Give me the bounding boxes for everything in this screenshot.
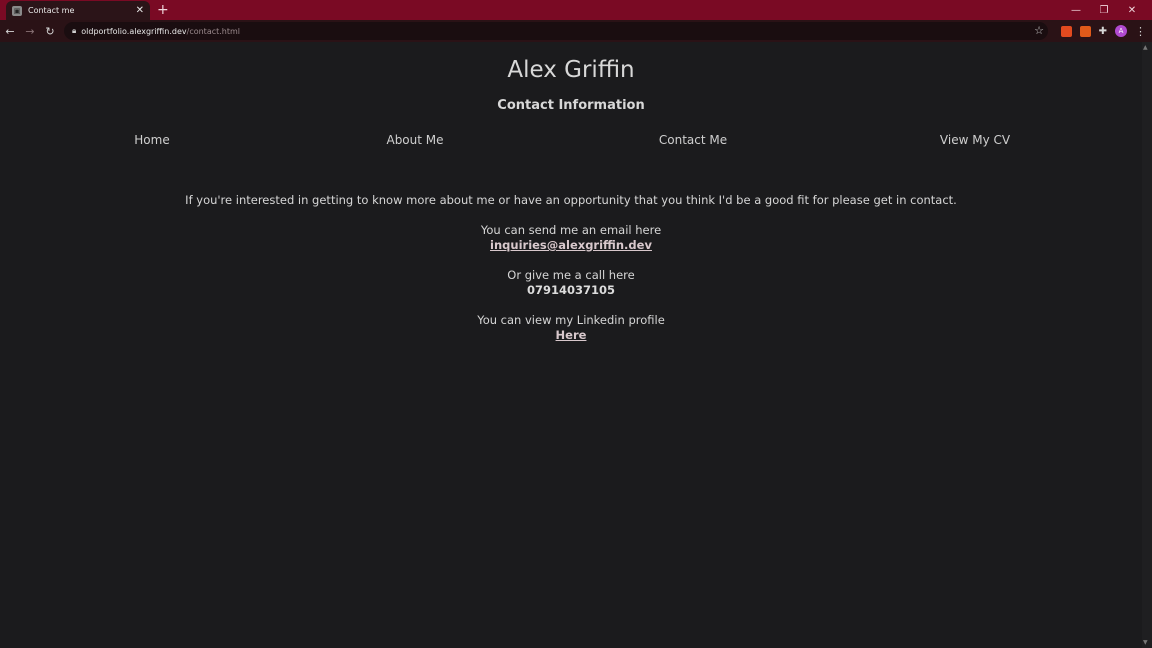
linkedin-link[interactable]: Here bbox=[556, 328, 587, 342]
contact-content: If you're interested in getting to know … bbox=[0, 193, 1142, 358]
nav-link-home[interactable]: Home bbox=[134, 133, 169, 147]
forward-icon[interactable]: → bbox=[20, 25, 40, 38]
site-title: Alex Griffin bbox=[507, 57, 635, 83]
page-viewport: Alex Griffin Contact Information Home Ab… bbox=[0, 42, 1142, 648]
menu-kebab-icon[interactable]: ⋮ bbox=[1135, 25, 1146, 38]
address-bar[interactable]: 🔒︎ oldportfolio.alexgriffin.dev/contact.… bbox=[64, 22, 1048, 40]
nav-link-cv[interactable]: View My CV bbox=[940, 133, 1010, 147]
site-favicon-icon: ▣ bbox=[12, 5, 22, 16]
email-link[interactable]: inquiries@alexgriffin.dev bbox=[490, 238, 652, 252]
url-path: /contact.html bbox=[186, 26, 241, 36]
linkedin-block: You can view my Linkedin profile Here bbox=[0, 313, 1142, 343]
phone-label: Or give me a call here bbox=[507, 268, 635, 282]
main-nav: Home About Me Contact Me View My CV bbox=[0, 133, 1142, 149]
email-label: You can send me an email here bbox=[480, 223, 662, 237]
nav-link-contact[interactable]: Contact Me bbox=[659, 133, 727, 147]
close-window-icon[interactable]: ✕ bbox=[1118, 5, 1146, 16]
minimize-icon[interactable]: — bbox=[1062, 5, 1090, 16]
linkedin-label: You can view my Linkedin profile bbox=[477, 313, 665, 327]
profile-avatar[interactable]: A bbox=[1115, 25, 1127, 37]
phone-block: Or give me a call here 07914037105 bbox=[0, 268, 1142, 298]
bookmark-star-icon[interactable]: ☆ bbox=[1034, 24, 1044, 37]
intro-text: If you're interested in getting to know … bbox=[185, 193, 957, 207]
restore-icon[interactable]: ❐ bbox=[1090, 5, 1118, 16]
close-tab-icon[interactable]: ✕ bbox=[136, 5, 144, 16]
scroll-up-icon[interactable]: ▲ bbox=[1143, 44, 1148, 51]
lock-icon[interactable]: 🔒︎ bbox=[72, 26, 76, 36]
nav-link-about[interactable]: About Me bbox=[386, 133, 443, 147]
extensions-puzzle-icon[interactable]: ✚ bbox=[1099, 26, 1107, 37]
browser-tab[interactable]: ▣ Contact me ✕ bbox=[6, 1, 150, 20]
toolbar: ← → ↻ 🔒︎ oldportfolio.alexgriffin.dev/co… bbox=[0, 20, 1152, 42]
tab-title: Contact me bbox=[28, 6, 75, 15]
back-icon[interactable]: ← bbox=[0, 25, 20, 38]
tab-strip: ▣ Contact me ✕ + — ❐ ✕ bbox=[0, 0, 1152, 20]
phone-number: 07914037105 bbox=[526, 283, 616, 297]
scrollbar[interactable]: ▲ ▼ bbox=[1142, 42, 1152, 648]
email-block: You can send me an email here inquiries@… bbox=[0, 223, 1142, 253]
extensions-area: ✚ A ⋮ bbox=[1060, 20, 1146, 42]
reload-icon[interactable]: ↻ bbox=[40, 25, 60, 38]
url-host: oldportfolio.alexgriffin.dev bbox=[81, 26, 187, 36]
window-controls: — ❐ ✕ bbox=[1062, 0, 1146, 20]
page-subtitle: Contact Information bbox=[497, 98, 645, 113]
new-tab-button[interactable]: + bbox=[157, 1, 169, 19]
extension-icon[interactable] bbox=[1060, 25, 1072, 37]
extension-icon[interactable] bbox=[1079, 25, 1091, 37]
scroll-down-icon[interactable]: ▼ bbox=[1143, 639, 1148, 646]
